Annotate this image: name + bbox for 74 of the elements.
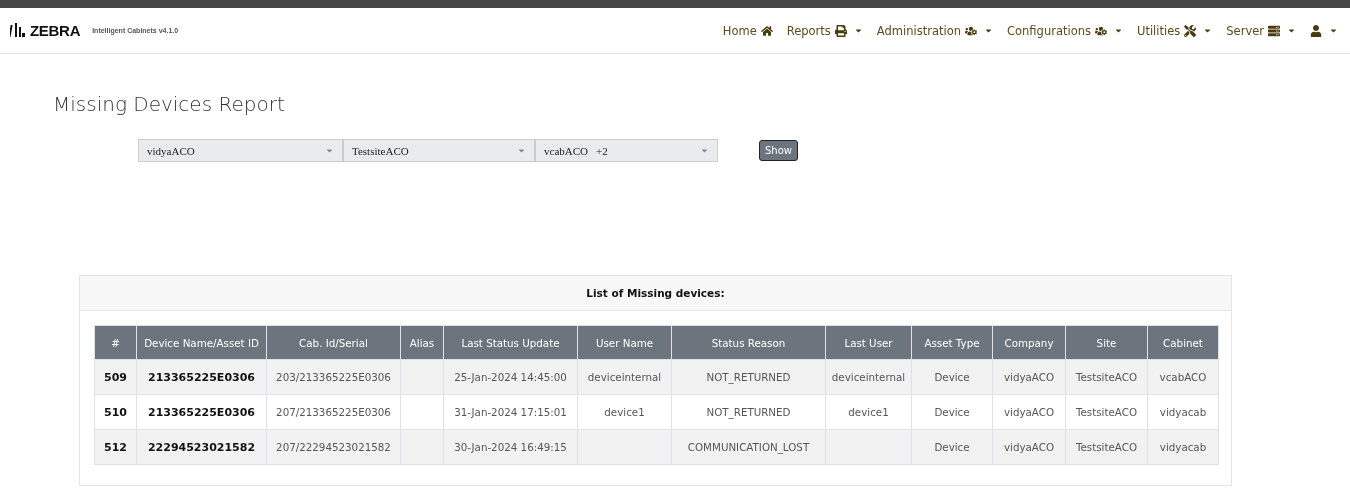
column-header[interactable]: Status Reason [671,325,826,360]
page-title: Missing Devices Report [53,92,286,116]
users-gear-icon [1095,24,1107,37]
tools-icon [1184,24,1197,37]
table-cell: device1 [577,394,672,430]
filter-select[interactable]: vcabACO +2 [535,139,718,162]
table-cell: TestsiteACO [1065,394,1148,430]
table-cell: 213365225E0306 [136,394,267,430]
table-cell: vcabACO [1147,359,1219,395]
caret-icon [700,146,709,155]
user-icon [1310,24,1322,37]
nav-item[interactable]: Server [1226,23,1296,38]
table-cell: NOT_RETURNED [671,394,826,430]
nav-item[interactable]: Administration [876,23,993,38]
column-header[interactable]: Asset Type [911,325,993,360]
table-cell: 207/22294523021582 [266,429,401,465]
table-cell: 207/213365225E0306 [266,394,401,430]
table-cell: 510 [94,394,137,430]
table-cell: Device [911,359,993,395]
column-header[interactable]: Last User [825,325,912,360]
caret-icon [1203,26,1213,35]
table-cell: 31-Jan-2024 17:15:01 [443,394,578,430]
caret-icon [1114,26,1123,35]
caret-icon [853,26,863,35]
column-header[interactable]: Last Status Update [443,325,578,360]
home-icon [760,24,773,37]
nav-item[interactable]: Reports [786,23,863,38]
table-cell: device1 [825,394,912,430]
table-cell: deviceinternal [825,359,912,395]
table-cell: vidyaACO [992,429,1066,465]
table-cell: 203/213365225E0306 [266,359,401,395]
table-cell: 22294523021582 [136,429,267,465]
table-cell: Device [911,394,993,430]
caret-icon [517,146,526,155]
show-button[interactable]: Show [759,140,798,161]
table-cell: Device [911,429,993,465]
filter-select[interactable]: TestsiteACO [343,139,535,162]
table-cell: NOT_RETURNED [671,359,826,395]
brand-logo[interactable]: ZEBRA [30,22,81,39]
table-cell: COMMUNICATION_LOST [671,429,826,465]
table-cell: 509 [94,359,137,395]
printer-icon [834,24,847,37]
column-header[interactable]: Company [992,325,1066,360]
column-header[interactable]: Cab. Id/Serial [266,325,401,360]
caret-icon [984,26,993,35]
table-cell: vidyacab [1147,429,1219,465]
nav-item[interactable]: Utilities [1137,23,1213,38]
table-cell: 213365225E0306 [136,359,267,395]
column-header[interactable]: Cabinet [1147,325,1219,360]
caret-icon [1329,26,1338,35]
zebra-logo-icon [10,22,26,39]
server-icon [1268,24,1280,37]
table-cell: vidyacab [1147,394,1219,430]
users-gear-icon [965,24,977,37]
table-cell: 25-Jan-2024 14:45:00 [443,359,578,395]
card-title: List of Missing devices: [80,276,1231,311]
table-cell: 30-Jan-2024 16:49:15 [443,429,578,465]
column-header[interactable]: Site [1065,325,1148,360]
column-header[interactable]: Alias [400,325,444,360]
caret-icon [325,146,334,155]
column-header[interactable]: # [94,325,137,360]
nav-item[interactable] [1310,24,1338,37]
table-cell: TestsiteACO [1065,359,1148,395]
filter-select[interactable]: vidyaACO [138,139,343,162]
table-cell: vidyaACO [992,359,1066,395]
table-cell: vidyaACO [992,394,1066,430]
column-header[interactable]: Device Name/Asset ID [136,325,267,360]
table-cell: deviceinternal [577,359,672,395]
nav-item[interactable]: Home [722,23,773,38]
nav-item[interactable]: Configurations [1007,23,1123,38]
caret-icon [1287,26,1296,35]
table-cell: TestsiteACO [1065,429,1148,465]
column-header[interactable]: User Name [577,325,672,360]
table-cell: 512 [94,429,137,465]
